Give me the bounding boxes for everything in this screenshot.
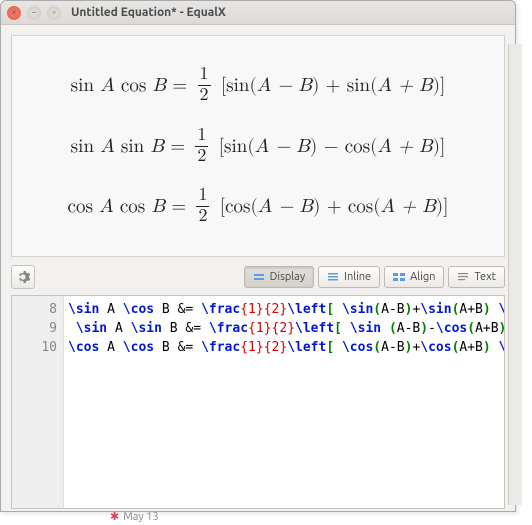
- equation-row-3: cos A cos B = 12 [cos(A − B) + cos(A + B…: [68, 186, 449, 227]
- denominator: 2: [195, 147, 208, 167]
- var: A: [100, 135, 114, 158]
- align-icon: [393, 271, 405, 283]
- op: −: [324, 135, 339, 158]
- fn: cos: [345, 135, 370, 158]
- app-window: × − ▫ Untitled Equation* - EqualX sin A …: [0, 0, 516, 512]
- label: Display: [270, 271, 306, 283]
- arg: A − B: [257, 74, 312, 97]
- equation-row-1: sin A cos B = 12 [sin(A − B) + sin(A + B…: [71, 65, 446, 106]
- var: B: [152, 195, 165, 218]
- window-controls: × − ▫: [7, 6, 61, 20]
- content-area: sin A cos B = 12 [sin(A − B) + sin(A + B…: [1, 25, 515, 511]
- denominator: 2: [196, 207, 209, 227]
- arg: A − B: [258, 195, 313, 218]
- date-text: May 13: [123, 511, 158, 523]
- background-date-fragment: ✱ May 13: [110, 510, 159, 523]
- equation-row-2: sin A sin B = 12 [sin(A − B) − cos(A + B…: [71, 126, 446, 167]
- line-number: 10: [12, 338, 57, 357]
- line-number: 9: [12, 319, 57, 338]
- fn: sin: [347, 74, 370, 97]
- var: A: [100, 74, 114, 97]
- fn: sin: [71, 74, 94, 97]
- var: B: [151, 135, 164, 158]
- label: Text: [474, 271, 496, 283]
- inline-mode-button[interactable]: Inline: [318, 266, 380, 288]
- align-mode-button[interactable]: Align: [384, 266, 444, 288]
- label: Inline: [344, 271, 371, 283]
- line-gutter: 8910: [12, 296, 64, 508]
- fraction: 12: [195, 126, 208, 167]
- code-line[interactable]: \sin A \sin B &= \frac{1}{2}\left[ \sin …: [68, 319, 500, 338]
- numerator: 1: [195, 126, 208, 147]
- display-mode-button[interactable]: Display: [244, 266, 315, 288]
- mode-toolbar: Display Inline Align Text: [11, 263, 505, 291]
- op: +: [327, 195, 342, 218]
- numerator: 1: [198, 65, 211, 86]
- settings-button[interactable]: [11, 265, 35, 289]
- fraction: 12: [198, 65, 211, 106]
- code-editor[interactable]: \sin A \cos B &= \frac{1}{2}\left[ \sin(…: [64, 296, 504, 508]
- editor: 8910 \sin A \cos B &= \frac{1}{2}\left[ …: [11, 295, 505, 509]
- text-icon: [457, 271, 469, 283]
- denominator: 2: [198, 86, 211, 106]
- close-icon[interactable]: ×: [7, 6, 21, 20]
- text-mode-button[interactable]: Text: [448, 266, 505, 288]
- arg: A + B: [378, 74, 433, 97]
- equation-preview: sin A cos B = 12 [sin(A − B) + sin(A + B…: [11, 35, 505, 257]
- numerator: 1: [196, 186, 209, 207]
- gear-icon: [16, 270, 30, 284]
- window-title: Untitled Equation* - EqualX: [71, 6, 226, 19]
- inline-icon: [327, 271, 339, 283]
- minimize-icon[interactable]: −: [27, 6, 41, 20]
- arg: A − B: [255, 135, 310, 158]
- fn: sin: [224, 135, 247, 158]
- display-icon: [253, 271, 265, 283]
- code-line[interactable]: \cos A \cos B &= \frac{1}{2}\left[ \cos(…: [68, 338, 500, 357]
- line-number: 8: [12, 300, 57, 319]
- fn: cos: [68, 195, 93, 218]
- fn: sin: [226, 74, 249, 97]
- fn: cos: [348, 195, 373, 218]
- titlebar[interactable]: × − ▫ Untitled Equation* - EqualX: [1, 1, 515, 25]
- var: B: [153, 74, 166, 97]
- label: Align: [410, 271, 435, 283]
- maximize-icon[interactable]: ▫: [47, 6, 61, 20]
- vertical-scrollbar[interactable]: [508, 44, 522, 505]
- fn: cos: [225, 195, 250, 218]
- fn: sin: [121, 135, 144, 158]
- op: +: [326, 74, 341, 97]
- var: A: [99, 195, 113, 218]
- fraction: 12: [196, 186, 209, 227]
- bug-icon: ✱: [110, 510, 119, 523]
- fn: sin: [71, 135, 94, 158]
- code-line[interactable]: \sin A \cos B &= \frac{1}{2}\left[ \sin(…: [68, 300, 500, 319]
- fn: cos: [121, 74, 146, 97]
- arg: A + B: [381, 195, 436, 218]
- fn: cos: [120, 195, 145, 218]
- arg: A + B: [378, 135, 433, 158]
